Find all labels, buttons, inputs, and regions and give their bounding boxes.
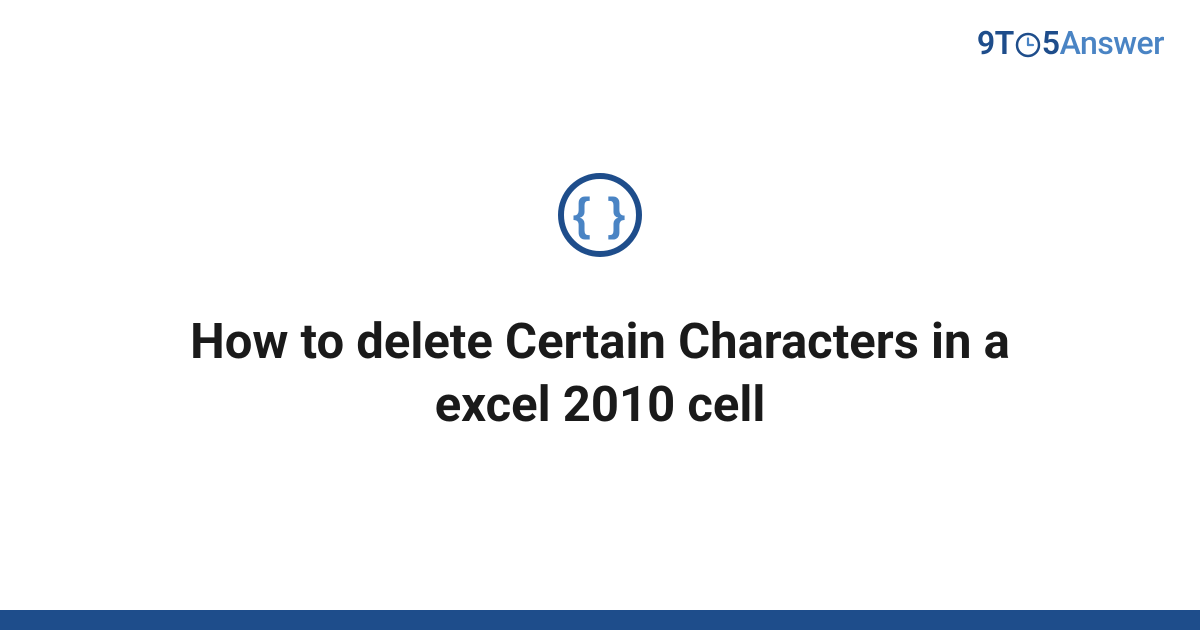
footer-bar xyxy=(0,610,1200,630)
main-content: { } How to delete Certain Characters in … xyxy=(0,0,1200,610)
page-title: How to delete Certain Characters in a ex… xyxy=(90,311,1110,436)
category-icon-circle: { } xyxy=(558,173,642,257)
code-braces-icon: { } xyxy=(573,191,628,237)
